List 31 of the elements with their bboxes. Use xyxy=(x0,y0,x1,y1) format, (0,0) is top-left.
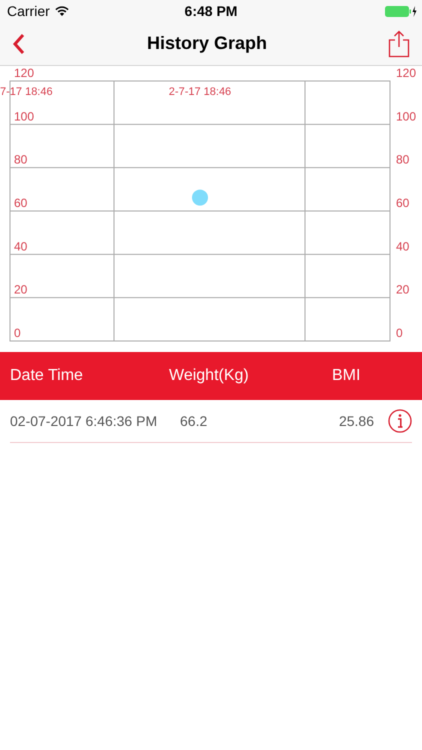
screen-title: History Graph xyxy=(146,33,268,54)
y-axis-label: 120 xyxy=(14,66,34,80)
back-button[interactable] xyxy=(12,32,26,54)
column-header: Weight(Kg) xyxy=(169,367,250,385)
column-header: Date Time xyxy=(10,367,84,385)
table-cell-text: 02-07-2017 6:46:36 PM xyxy=(10,413,158,429)
y-axis-label: 100 xyxy=(14,109,34,124)
y-axis-label: 120 xyxy=(396,66,416,80)
table-cell-text: 66.2 xyxy=(180,413,208,429)
y-axis-label: 0 xyxy=(396,326,403,340)
y-axis-label: 80 xyxy=(14,152,28,167)
y-axis-label: 60 xyxy=(14,196,28,210)
y-axis-label: 40 xyxy=(14,239,28,254)
carrier-name: Carrier xyxy=(7,3,50,19)
y-axis-label: 0 xyxy=(14,326,21,340)
data-point xyxy=(192,190,208,206)
y-axis-label: 20 xyxy=(396,282,410,297)
x-axis-label: 2-7-17 18:46 xyxy=(168,86,232,98)
column-header: BMI xyxy=(332,367,362,385)
y-axis-label: 100 xyxy=(396,109,416,124)
x-axis-label: 7-17 18:46 xyxy=(0,86,53,98)
y-axis-label: 20 xyxy=(14,282,28,297)
wifi-icon xyxy=(54,6,69,16)
y-axis-label: 40 xyxy=(396,239,410,254)
table-cell-text: 25.86 xyxy=(338,413,374,429)
y-axis-label: 60 xyxy=(396,196,410,210)
y-axis-label: 80 xyxy=(396,152,410,167)
battery-icon xyxy=(385,6,417,16)
share-button[interactable] xyxy=(388,30,410,58)
info-button[interactable] xyxy=(388,409,412,433)
status-time: 6:48 PM xyxy=(184,3,238,19)
